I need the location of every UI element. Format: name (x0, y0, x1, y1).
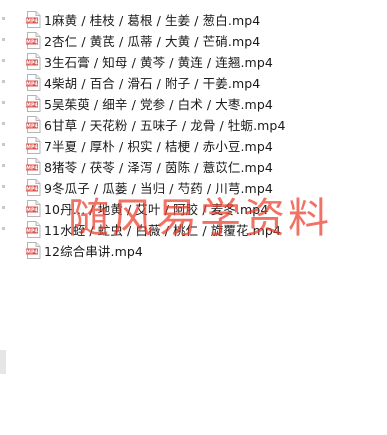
file-name: 9冬瓜子 / 瓜蒌 / 当归 / 芍药 / 川芎.mp4 (44, 181, 273, 196)
file-item[interactable]: MP4 10丹… / 地黄 / 艾叶 / 阿胶 / 麦冬.mp4 (26, 198, 286, 219)
mp4-file-icon: MP4 (26, 158, 41, 175)
file-item[interactable]: MP4 5吴茱萸 / 细辛 / 党参 / 白术 / 大枣.mp4 (26, 93, 286, 114)
svg-text:MP4: MP4 (26, 39, 38, 45)
mp4-file-icon: MP4 (26, 116, 41, 133)
gutter-marker (2, 17, 5, 20)
svg-text:MP4: MP4 (26, 18, 38, 24)
file-item[interactable]: MP4 4柴胡 / 百合 / 滑石 / 附子 / 干姜.mp4 (26, 72, 286, 93)
file-name: 8猪苓 / 茯苓 / 泽泻 / 茵陈 / 薏苡仁.mp4 (44, 160, 273, 175)
file-name: 6甘草 / 天花粉 / 五味子 / 龙骨 / 牡蛎.mp4 (44, 118, 286, 133)
pane-splitter[interactable] (0, 350, 6, 374)
file-item[interactable]: MP4 3生石膏 / 知母 / 黄芩 / 黄连 / 连翘.mp4 (26, 51, 286, 72)
mp4-file-icon: MP4 (26, 179, 41, 196)
mp4-file-icon: MP4 (26, 221, 41, 238)
gutter-marker (2, 185, 5, 188)
svg-text:MP4: MP4 (26, 228, 38, 234)
mp4-file-icon: MP4 (26, 95, 41, 112)
file-item[interactable]: MP4 9冬瓜子 / 瓜蒌 / 当归 / 芍药 / 川芎.mp4 (26, 177, 286, 198)
file-item[interactable]: MP4 1麻黄 / 桂枝 / 葛根 / 生姜 / 葱白.mp4 (26, 9, 286, 30)
file-name: 5吴茱萸 / 细辛 / 党参 / 白术 / 大枣.mp4 (44, 97, 273, 112)
file-name: 7半夏 / 厚朴 / 枳实 / 桔梗 / 赤小豆.mp4 (44, 139, 273, 154)
svg-text:MP4: MP4 (26, 81, 38, 87)
svg-text:MP4: MP4 (26, 165, 38, 171)
svg-text:MP4: MP4 (26, 102, 38, 108)
mp4-file-icon: MP4 (26, 11, 41, 28)
file-name: 10丹… / 地黄 / 艾叶 / 阿胶 / 麦冬.mp4 (44, 202, 269, 217)
file-list: MP4 1麻黄 / 桂枝 / 葛根 / 生姜 / 葱白.mp4 MP4 2杏仁 … (26, 9, 286, 261)
file-name: 1麻黄 / 桂枝 / 葛根 / 生姜 / 葱白.mp4 (44, 13, 261, 28)
mp4-file-icon: MP4 (26, 137, 41, 154)
file-item[interactable]: MP4 11水蛭 / 虻虫 / 白薇 / 桃仁 / 旋覆花.mp4 (26, 219, 286, 240)
svg-text:MP4: MP4 (26, 186, 38, 192)
gutter-marker (2, 206, 5, 209)
mp4-file-icon: MP4 (26, 32, 41, 49)
file-name: 3生石膏 / 知母 / 黄芩 / 黄连 / 连翘.mp4 (44, 55, 273, 70)
file-name: 11水蛭 / 虻虫 / 白薇 / 桃仁 / 旋覆花.mp4 (44, 223, 281, 238)
file-item[interactable]: MP4 6甘草 / 天花粉 / 五味子 / 龙骨 / 牡蛎.mp4 (26, 114, 286, 135)
mp4-file-icon: MP4 (26, 74, 41, 91)
gutter-marker (2, 122, 5, 125)
gutter-marker (2, 101, 5, 104)
svg-text:MP4: MP4 (26, 249, 38, 255)
svg-text:MP4: MP4 (26, 144, 38, 150)
file-item[interactable]: MP4 2杏仁 / 黄芪 / 瓜蒂 / 大黄 / 芒硝.mp4 (26, 30, 286, 51)
gutter-marker (2, 227, 5, 230)
left-gutter (0, 0, 8, 435)
file-name: 4柴胡 / 百合 / 滑石 / 附子 / 干姜.mp4 (44, 76, 261, 91)
file-name: 12综合串讲.mp4 (44, 244, 143, 259)
svg-text:MP4: MP4 (26, 123, 38, 129)
file-item[interactable]: MP4 12综合串讲.mp4 (26, 240, 286, 261)
gutter-marker (2, 80, 5, 83)
gutter-marker (2, 143, 5, 146)
file-item[interactable]: MP4 7半夏 / 厚朴 / 枳实 / 桔梗 / 赤小豆.mp4 (26, 135, 286, 156)
gutter-marker (2, 38, 5, 41)
gutter-marker (2, 164, 5, 167)
mp4-file-icon: MP4 (26, 200, 41, 217)
file-item[interactable]: MP4 8猪苓 / 茯苓 / 泽泻 / 茵陈 / 薏苡仁.mp4 (26, 156, 286, 177)
gutter-marker (2, 59, 5, 62)
svg-text:MP4: MP4 (26, 207, 38, 213)
mp4-file-icon: MP4 (26, 53, 41, 70)
file-name: 2杏仁 / 黄芪 / 瓜蒂 / 大黄 / 芒硝.mp4 (44, 34, 261, 49)
mp4-file-icon: MP4 (26, 242, 41, 259)
svg-text:MP4: MP4 (26, 60, 38, 66)
